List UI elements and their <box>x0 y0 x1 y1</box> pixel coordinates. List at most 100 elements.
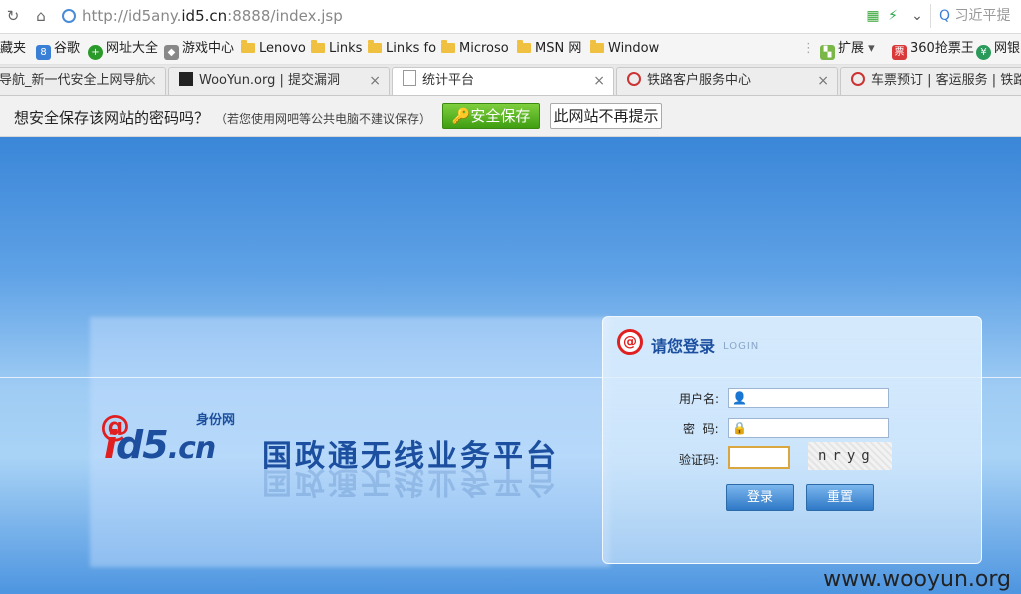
login-button[interactable]: 登录 <box>726 484 794 511</box>
logo-wordmark: id5.cn <box>104 423 217 467</box>
url-suffix: :8888/index.jsp <box>227 7 343 25</box>
close-icon[interactable]: × <box>593 68 605 94</box>
password-label: 密 码: <box>683 422 719 436</box>
username-input[interactable]: 👤 <box>728 388 889 408</box>
tab-stats-platform[interactable]: 统计平台 × <box>392 67 614 95</box>
search-text: 习近平提 <box>954 8 1011 24</box>
lightning-icon[interactable]: ⚡ <box>884 7 902 25</box>
bookmark-label: 游戏中心 <box>182 41 235 56</box>
bookmark-label: MSN 网 <box>535 41 582 56</box>
bookmark-label: 扩展 <box>838 41 865 56</box>
captcha-label: 验证码: <box>679 453 720 467</box>
bookmark-games[interactable]: ◆ 游戏中心 <box>164 39 235 60</box>
search-icon: Q <box>939 8 951 24</box>
password-input[interactable]: 🔒 <box>728 418 889 438</box>
password-save-message: 想安全保存该网站的密码吗？ （若您使用网吧等公共电脑不建议保存） <box>14 107 431 128</box>
folder-icon <box>368 40 382 53</box>
tab-navigation[interactable]: 导航_新一代安全上网导航 × <box>0 67 166 95</box>
login-title: 请您登录 <box>651 337 716 356</box>
login-subtitle: LOGIN <box>723 341 760 352</box>
password-save-note: （若您使用网吧等公共电脑不建议保存） <box>215 112 432 126</box>
close-icon[interactable]: × <box>145 68 157 94</box>
folder-icon <box>241 40 255 53</box>
bookmark-links-fo[interactable]: Links fo <box>368 39 436 59</box>
reset-button[interactable]: 重置 <box>806 484 874 511</box>
tab-wooyun[interactable]: WooYun.org | 提交漏洞 × <box>168 67 390 95</box>
tab-label: 统计平台 <box>422 73 475 88</box>
save-password-button[interactable]: 🔑安全保存 <box>442 103 540 129</box>
login-panel: @ 请您登录 LOGIN 用户名: 👤 密 码: 🔒 验证码: nryg 登录 … <box>602 316 982 564</box>
bookmark-favorites[interactable]: 藏夹 <box>0 39 26 59</box>
extension-icon: ▚ <box>820 45 835 60</box>
ticket-icon: 票 <box>892 45 907 60</box>
site-nav-icon: + <box>88 45 103 60</box>
bookmark-label: Links <box>329 41 363 56</box>
never-for-site-button[interactable]: 此网站不再提示 <box>550 103 662 129</box>
bookmark-extensions[interactable]: ▚ 扩展 ▾ <box>820 39 875 60</box>
railway-icon <box>851 72 865 86</box>
bookmark-msn[interactable]: MSN 网 <box>517 39 581 59</box>
reload-icon[interactable]: ↻ <box>4 7 22 25</box>
bookmark-microso[interactable]: Microso <box>441 39 509 59</box>
bookmark-lenovo[interactable]: Lenovo <box>241 39 306 59</box>
chevron-down-icon[interactable]: ⌄ <box>908 7 926 25</box>
dropdown-icon: ▾ <box>868 41 875 56</box>
folder-icon <box>441 40 455 53</box>
more-icon[interactable]: ⋮ <box>802 39 815 59</box>
url-field[interactable]: http://id5any.id5.cn:8888/index.jsp <box>62 6 857 27</box>
username-label: 用户名: <box>679 392 720 406</box>
bookmark-label: Window <box>608 41 660 56</box>
bookmark-bank[interactable]: ¥ 网银 <box>976 39 1021 60</box>
password-save-question: 想安全保存该网站的密码吗？ <box>14 109 210 127</box>
bookmark-label: 藏夹 <box>0 41 27 56</box>
url-domain: id5.cn <box>181 7 228 25</box>
google-icon: 8 <box>36 45 51 60</box>
captcha-input[interactable] <box>728 446 790 469</box>
bookmark-label: 网银 <box>994 41 1021 56</box>
logo-i: i <box>104 423 117 467</box>
bookmarks-bar: 藏夹 8 谷歌 + 网址大全 ◆ 游戏中心 Lenovo Links Links fo… <box>0 34 1021 65</box>
railway-icon <box>627 72 641 86</box>
bookmark-ticket[interactable]: 票 360抢票王 <box>892 39 974 60</box>
key-icon: 🔑 <box>451 107 471 125</box>
logo-subtitle: 身份网 <box>196 413 236 428</box>
globe-icon <box>62 9 76 23</box>
qrcode-icon[interactable]: ▦ <box>864 7 882 25</box>
wooyun-icon <box>179 72 193 86</box>
platform-title-reflection: 国政通无线业务平台 <box>262 464 559 499</box>
address-bar: ↻ ⌂ http://id5any.id5.cn:8888/index.jsp … <box>0 0 1021 34</box>
captcha-image[interactable]: nryg <box>808 442 892 470</box>
bookmark-window[interactable]: Window <box>590 39 659 59</box>
folder-icon <box>517 40 531 53</box>
folder-icon <box>311 40 325 53</box>
shield-icon: ¥ <box>976 45 991 60</box>
bookmark-label: 谷歌 <box>54 41 81 56</box>
tab-label: 车票预订 | 客运服务 | 铁路客 <box>871 73 1021 88</box>
tab-label: 铁路客户服务中心 <box>647 73 752 88</box>
bookmark-label: 360抢票王 <box>910 41 974 56</box>
tab-railway-service[interactable]: 铁路客户服务中心 × <box>616 67 838 95</box>
page-content: @ id5.cn 身份网 国政通无线业务平台 国政通无线业务平台 @ 请您登录 … <box>0 137 1021 594</box>
user-icon: 👤 <box>732 391 747 405</box>
close-icon[interactable]: × <box>369 68 381 94</box>
tab-ticket-booking[interactable]: 车票预订 | 客运服务 | 铁路客 <box>840 67 1021 95</box>
at-icon: @ <box>617 329 643 355</box>
folder-icon <box>590 40 604 53</box>
page-icon <box>403 70 416 86</box>
logo-d5: d5 <box>116 423 169 467</box>
lock-icon: 🔒 <box>732 421 747 435</box>
tab-label: 导航_新一代安全上网导航 <box>0 73 149 88</box>
bookmark-label: 网址大全 <box>106 41 159 56</box>
gamepad-icon: ◆ <box>164 45 179 60</box>
site-logo: @ id5.cn 身份网 <box>100 409 260 479</box>
bookmark-site-nav[interactable]: + 网址大全 <box>88 39 159 60</box>
bookmark-google[interactable]: 8 谷歌 <box>36 39 81 60</box>
tab-label: WooYun.org | 提交漏洞 <box>199 73 341 88</box>
password-save-bar: 想安全保存该网站的密码吗？ （若您使用网吧等公共电脑不建议保存） 🔑安全保存 此网… <box>0 96 1021 137</box>
close-icon[interactable]: × <box>817 68 829 94</box>
logo-cn: .cn <box>167 431 217 466</box>
bookmark-links[interactable]: Links <box>311 39 362 59</box>
search-input[interactable]: Q 习近平提 <box>930 4 1021 28</box>
home-icon[interactable]: ⌂ <box>32 7 50 25</box>
tab-strip: 导航_新一代安全上网导航 × WooYun.org | 提交漏洞 × 统计平台 × 铁… <box>0 65 1021 96</box>
